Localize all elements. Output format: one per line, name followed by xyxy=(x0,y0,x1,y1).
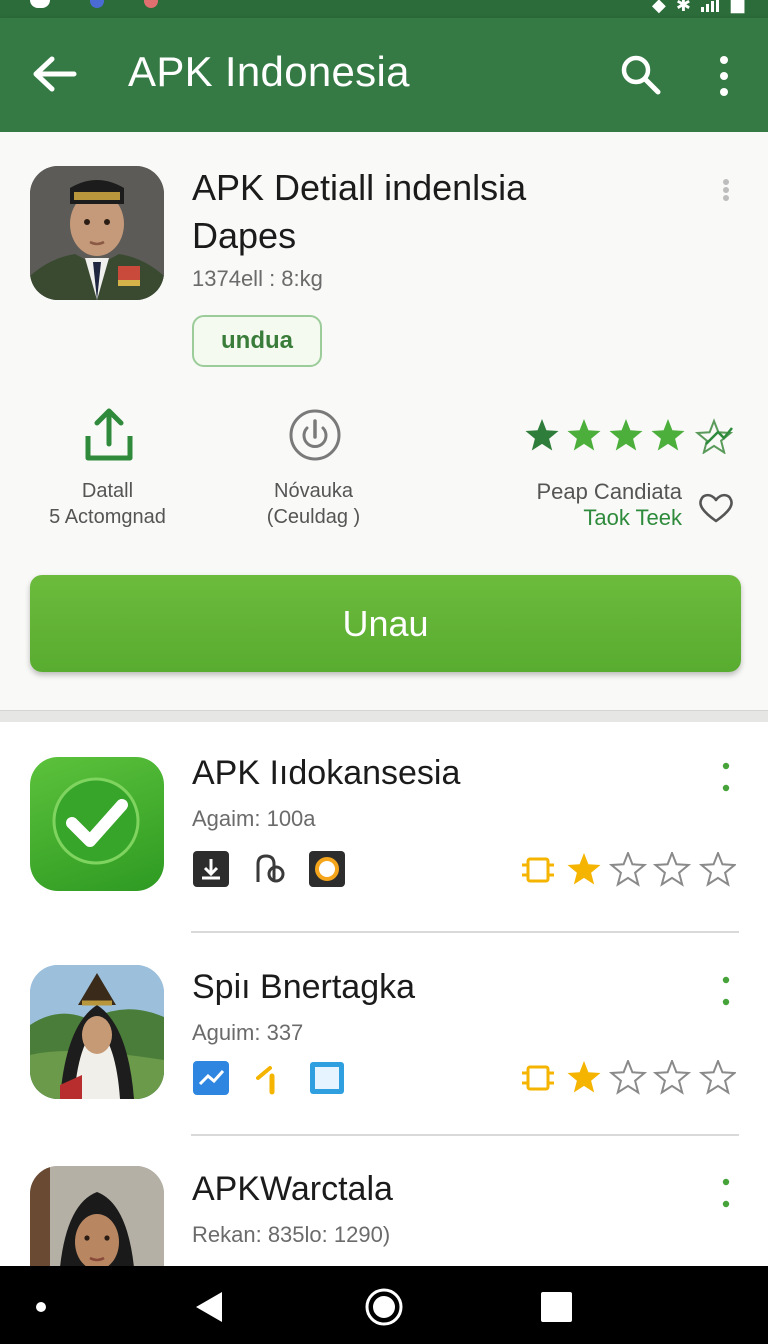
rating-stars xyxy=(525,418,734,454)
bluetooth-icon: ✱ xyxy=(675,0,691,16)
rating-summary-label: Peap Candiata xyxy=(536,479,682,504)
power-icon[interactable] xyxy=(288,408,342,462)
search-icon[interactable] xyxy=(618,52,662,96)
stat-details-value: 5 Actomgnad xyxy=(49,506,166,528)
app-icon-checkmark xyxy=(30,757,164,891)
stat-version: Nóvauka (Ceuldag ) xyxy=(236,478,391,530)
star-filled-icon xyxy=(651,419,685,451)
list-item-title: APKWarctala xyxy=(192,1170,393,1208)
star-filled-icon xyxy=(567,419,601,451)
star-outline-icon xyxy=(652,852,692,887)
rating-chip-icon xyxy=(522,1065,554,1091)
nav-recents-icon xyxy=(541,1292,572,1322)
install-button[interactable]: Unau xyxy=(30,575,741,672)
arrow-left-icon[interactable] xyxy=(30,54,78,94)
heart-icon[interactable] xyxy=(698,492,734,524)
wifi-icon: ◆ xyxy=(652,0,666,16)
list-item-badges xyxy=(192,850,346,888)
list-item-title: Spiı Bnertagka xyxy=(192,968,416,1006)
star-filled-icon xyxy=(567,1061,601,1093)
star-outline-icon xyxy=(698,1060,736,1095)
star-filled-icon xyxy=(525,419,559,451)
featured-app-name: APK Detiall indenlsia Dapes xyxy=(192,167,527,256)
notification-icon xyxy=(30,0,50,8)
app-list: APK Iıdokansesia Agaim: 100a Spiı Bnerta… xyxy=(0,722,768,1266)
star-outline-icon xyxy=(652,1060,692,1095)
app-icon-portrait xyxy=(30,965,164,1099)
app-icon-portrait xyxy=(30,166,164,300)
section-divider xyxy=(0,710,768,722)
more-vert-icon[interactable] xyxy=(721,762,731,792)
nav-home-icon xyxy=(365,1288,403,1326)
app-bar-title: APK Indonesia xyxy=(128,48,410,95)
star-outline-icon xyxy=(608,852,648,887)
share-icon[interactable] xyxy=(84,406,134,464)
rating-summary: Peap Candiata Taok Teek xyxy=(510,479,682,531)
navigation-bar xyxy=(0,1266,768,1344)
star-filled-icon xyxy=(567,853,601,885)
app-icon-portrait xyxy=(30,1166,164,1266)
portrait-image xyxy=(30,166,164,300)
star-outline-icon xyxy=(608,1060,648,1095)
more-vert-icon[interactable] xyxy=(712,54,736,98)
stat-details-label: Datall xyxy=(81,480,134,502)
camera-badge-icon xyxy=(309,851,345,887)
rating-summary-link[interactable]: Taok Teek xyxy=(510,505,682,531)
checkmark-icon xyxy=(52,777,140,865)
featured-app-meta: 1374ell : 8:kg xyxy=(192,266,323,291)
list-divider xyxy=(191,1134,739,1136)
list-item-title: APK Iıdokansesia xyxy=(192,754,461,792)
stat-version-label: Nóvauka xyxy=(274,480,353,502)
nav-back-icon xyxy=(196,1292,222,1322)
app-bar: APK Indonesia xyxy=(0,18,768,132)
rating-stars xyxy=(522,852,736,887)
stat-details: Datall 5 Actomgnad xyxy=(30,478,185,530)
signal-icon xyxy=(700,0,719,12)
more-vert-icon[interactable] xyxy=(720,178,732,202)
download-badge-icon xyxy=(193,851,229,887)
portrait-image xyxy=(30,965,164,1099)
record-icon xyxy=(144,0,158,8)
list-item-subtitle: Aguim: 337 xyxy=(192,1020,304,1045)
more-vert-icon[interactable] xyxy=(721,1178,731,1208)
window-badge-icon xyxy=(310,1062,344,1094)
battery-icon: ■ xyxy=(728,0,746,16)
nav-dot-icon xyxy=(36,1302,46,1312)
star-filled-icon xyxy=(609,419,643,451)
rating-stars xyxy=(522,1060,736,1095)
more-vert-icon[interactable] xyxy=(721,976,731,1006)
list-item-badges xyxy=(192,1060,346,1096)
rating-chip-icon xyxy=(522,857,554,883)
pencil-icon xyxy=(256,1066,275,1095)
list-item-subtitle: Rekan: 835lo: 1290) xyxy=(192,1222,391,1247)
chart-badge-icon xyxy=(193,1061,229,1095)
portrait-image xyxy=(30,1166,164,1266)
shield-icon xyxy=(90,0,104,8)
list-item-subtitle: Agaim: 100a xyxy=(192,806,316,831)
featured-app-card: APK Detiall indenlsia Dapes 1374ell : 8:… xyxy=(0,132,768,710)
list-divider xyxy=(191,931,739,933)
star-outline-icon xyxy=(698,852,736,887)
loop-icon xyxy=(256,854,285,883)
stat-version-value: (Ceuldag ) xyxy=(266,506,361,528)
status-bar: ◆ ✱ ■ xyxy=(0,0,768,18)
category-chip[interactable]: undua xyxy=(192,315,322,367)
